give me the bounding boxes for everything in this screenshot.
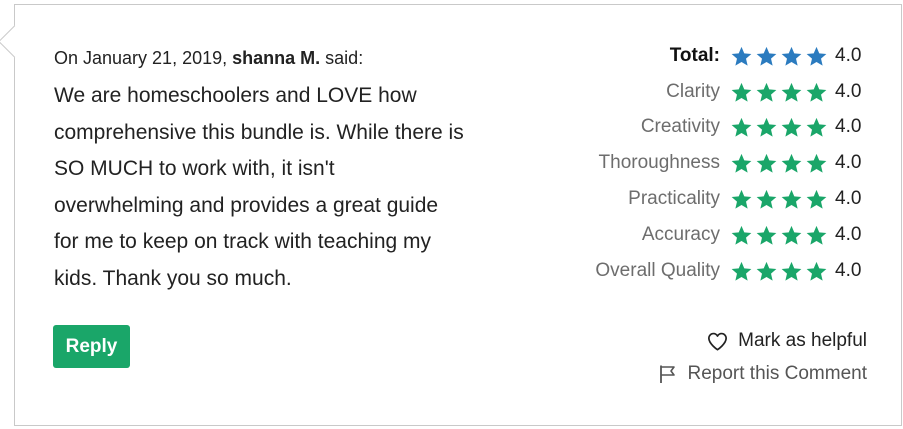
star-icon xyxy=(781,118,802,138)
rating-row: Total: 4.0 xyxy=(560,38,866,74)
rating-label: Total: xyxy=(669,44,720,66)
review-meta: On January 21, 2019, shanna M. said: xyxy=(54,48,363,69)
star-icon xyxy=(806,82,827,102)
star-icon xyxy=(781,46,802,66)
star-icon xyxy=(756,46,777,66)
rating-label: Practicality xyxy=(628,188,720,210)
star-icon xyxy=(731,225,752,245)
star-icon xyxy=(756,118,777,138)
rating-row: Accuracy 4.0 xyxy=(560,217,866,253)
star-icon xyxy=(806,118,827,138)
star-icon xyxy=(756,225,777,245)
rating-label: Overall Quality xyxy=(595,259,720,281)
star-rating xyxy=(730,224,828,246)
rating-row: Overall Quality 4.0 xyxy=(560,253,866,289)
star-icon xyxy=(781,154,802,173)
rating-value: 4.0 xyxy=(835,223,862,245)
star-icon xyxy=(731,154,752,173)
star-icon xyxy=(756,189,777,209)
reply-button[interactable]: Reply xyxy=(53,325,130,368)
star-icon xyxy=(781,225,802,245)
rating-value: 4.0 xyxy=(835,188,862,210)
review-author: shanna M. xyxy=(232,48,321,68)
star-icon xyxy=(731,82,752,102)
mark-helpful-link[interactable]: Mark as helpful xyxy=(707,330,867,352)
report-comment-link[interactable]: Report this Comment xyxy=(658,363,867,385)
star-icon xyxy=(731,189,752,209)
flag-outline-icon xyxy=(660,365,676,383)
star-icon xyxy=(731,46,752,66)
star-icon xyxy=(806,154,827,173)
rating-value: 4.0 xyxy=(835,152,862,174)
star-icon xyxy=(781,261,802,281)
star-icon xyxy=(756,154,777,173)
rating-row: Thoroughness 4.0 xyxy=(560,145,866,181)
rating-label: Thoroughness xyxy=(598,152,720,174)
star-icon xyxy=(781,82,802,102)
rating-value: 4.0 xyxy=(835,259,862,281)
rating-value: 4.0 xyxy=(835,80,862,102)
rating-row: Practicality 4.0 xyxy=(560,181,866,217)
star-rating xyxy=(730,116,828,138)
report-comment-label: Report this Comment xyxy=(687,363,867,384)
star-icon xyxy=(806,46,827,66)
review-body: We are homeschoolers and LOVE how compre… xyxy=(54,84,464,290)
rating-label: Creativity xyxy=(640,116,720,138)
star-rating xyxy=(730,45,828,67)
rating-value: 4.0 xyxy=(835,44,862,66)
rating-row: Creativity 4.0 xyxy=(560,110,866,146)
star-icon xyxy=(731,118,752,138)
review-date: On January 21, 2019, xyxy=(54,48,228,68)
star-icon xyxy=(806,189,827,209)
review-said: said: xyxy=(325,48,364,68)
rating-label: Clarity xyxy=(666,80,720,102)
star-icon xyxy=(756,82,777,102)
rating-value: 4.0 xyxy=(835,116,862,138)
heart-outline-icon xyxy=(708,332,728,351)
star-icon xyxy=(756,261,777,281)
rating-row: Clarity 4.0 xyxy=(560,74,866,110)
star-rating xyxy=(730,188,828,210)
mark-helpful-label: Mark as helpful xyxy=(738,330,867,351)
star-icon xyxy=(806,261,827,281)
ratings-panel: Total: 4.0 Clarity 4.0 Creativity 4.0 Thorough… xyxy=(560,38,866,289)
star-icon xyxy=(731,261,752,281)
rating-label: Accuracy xyxy=(641,223,720,245)
star-icon xyxy=(781,189,802,209)
star-icon xyxy=(806,225,827,245)
star-rating xyxy=(730,260,828,282)
star-rating xyxy=(730,152,828,174)
star-rating xyxy=(730,81,828,103)
